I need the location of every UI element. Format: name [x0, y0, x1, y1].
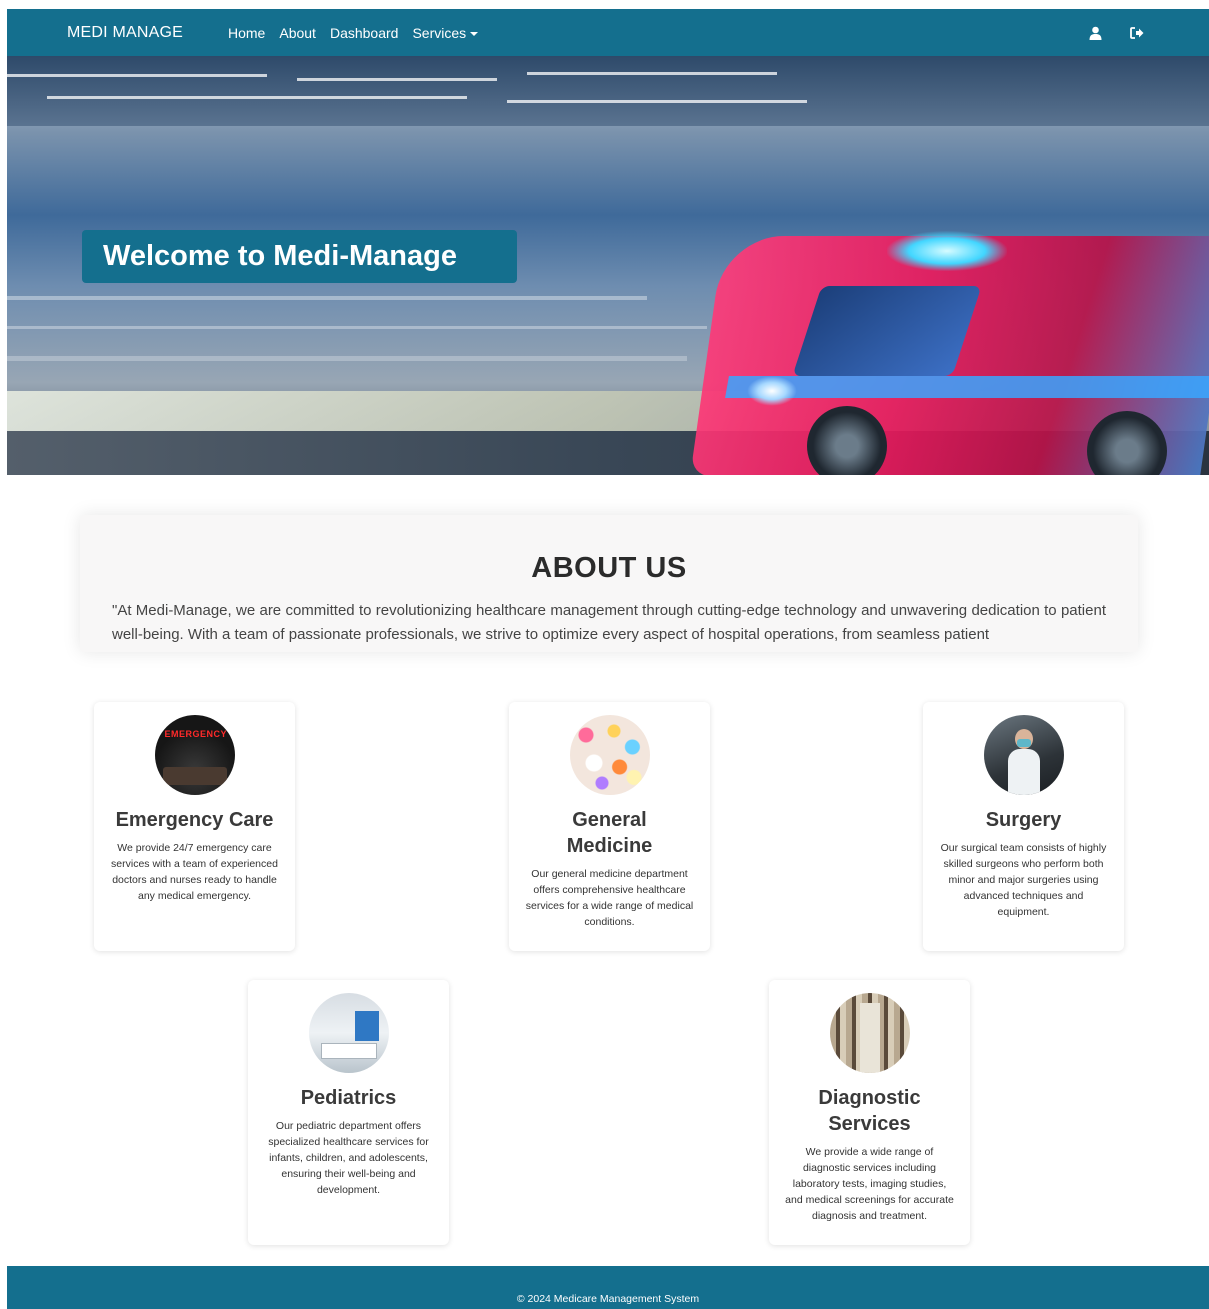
light-streak [47, 96, 467, 99]
light-streak [7, 326, 707, 329]
pills-image [569, 715, 650, 795]
nav-link-dashboard[interactable]: Dashboard [330, 25, 399, 41]
service-description: Our general medicine department offers c… [525, 868, 694, 928]
about-text: "At Medi-Manage, we are committed to rev… [112, 602, 1106, 643]
surgeon-coat [1007, 749, 1040, 795]
nav-link-home[interactable]: Home [228, 25, 265, 41]
nav-actions [1087, 25, 1145, 41]
services-label: Services [412, 24, 467, 41]
light-streak [527, 72, 777, 75]
pediatric-room-image [308, 993, 389, 1073]
lab-image [829, 993, 910, 1073]
surgeon-image [983, 715, 1064, 795]
lab-aisle [859, 1003, 880, 1073]
emergency-sign: EMERGENCY [164, 729, 228, 739]
nav-links: Home About Dashboard Services [228, 25, 492, 41]
about-section: ABOUT US "At Medi-Manage, we are committ… [80, 515, 1138, 652]
service-card-surgery[interactable]: Surgery Our surgical team consists of hi… [923, 702, 1124, 951]
service-card-general-medicine[interactable]: General Medicine Our general medicine de… [509, 702, 710, 951]
caret-down-icon [470, 31, 479, 36]
emergency-floor [162, 767, 227, 785]
service-card-emergency[interactable]: EMERGENCY Emergency Care We provide 24/7… [94, 702, 295, 951]
ambulance-headlight [747, 376, 797, 406]
hero-title-box: Welcome to Medi-Manage [82, 230, 517, 283]
service-description: Our surgical team consists of highly ski… [940, 842, 1107, 918]
light-streak [297, 78, 497, 81]
nav-link-services-dropdown[interactable]: Services [412, 24, 479, 41]
light-streak [7, 74, 267, 77]
hero-banner: Welcome to Medi-Manage [7, 56, 1209, 475]
service-title: Pediatrics [300, 1087, 397, 1109]
ambulance-stripe [725, 376, 1209, 398]
room-window [354, 1011, 379, 1041]
service-description: We provide 24/7 emergency care services … [111, 842, 278, 902]
service-card-pediatrics[interactable]: Pediatrics Our pediatric department offe… [248, 980, 449, 1245]
emergency-room-image: EMERGENCY [154, 715, 235, 795]
about-title: ABOUT US [531, 552, 687, 584]
footer-copyright: © 2024 Medicare Management System [516, 1293, 700, 1305]
navbar: MEDI MANAGE Home About Dashboard Service… [7, 9, 1209, 56]
ambulance-beacon [887, 231, 1007, 271]
light-streak [7, 356, 687, 361]
service-title: Surgery [985, 809, 1062, 831]
brand-logo[interactable]: MEDI MANAGE [67, 24, 183, 42]
logout-icon[interactable] [1129, 25, 1145, 41]
service-card-diagnostic[interactable]: Diagnostic Services We provide a wide ra… [769, 980, 970, 1245]
service-title: General Medicine [566, 809, 653, 857]
light-streak [507, 100, 807, 103]
service-title: Diagnostic Services [818, 1087, 921, 1135]
footer: © 2024 Medicare Management System [7, 1266, 1209, 1309]
light-streak [7, 296, 647, 300]
service-title: Emergency Care [115, 809, 274, 831]
room-desk [320, 1043, 377, 1059]
surgeon-mask [1016, 739, 1031, 747]
service-description: Our pediatric department offers speciali… [268, 1120, 429, 1196]
ambulance-window [792, 286, 982, 376]
service-description: We provide a wide range of diagnostic se… [785, 1146, 954, 1222]
user-icon[interactable] [1087, 25, 1103, 41]
nav-link-about[interactable]: About [279, 25, 316, 41]
hero-ceiling [7, 56, 1209, 126]
hero-title: Welcome to Medi-Manage [103, 240, 457, 272]
